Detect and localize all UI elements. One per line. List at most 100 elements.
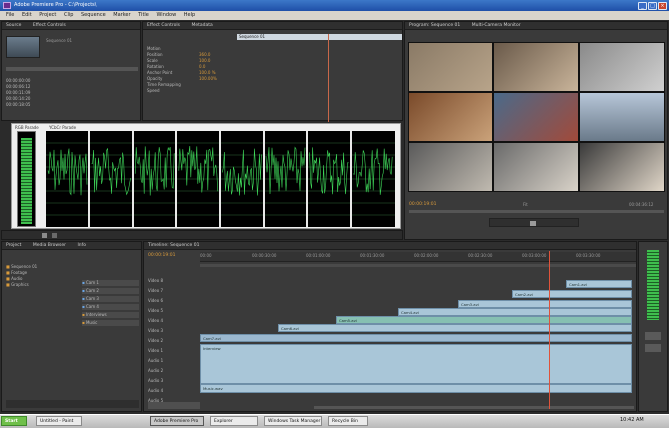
- tab-effect-controls[interactable]: Effect Controls: [33, 23, 66, 28]
- menu-file[interactable]: File: [6, 12, 14, 18]
- taskbar-item[interactable]: Untitled - Paint: [36, 416, 82, 426]
- camera-view-1[interactable]: [408, 42, 493, 92]
- menu-window[interactable]: Window: [156, 12, 176, 18]
- audio-meter: [647, 250, 659, 320]
- project-item[interactable]: ▪ Cam 4: [82, 304, 139, 310]
- timeline-clip[interactable]: Cam1.avi: [566, 280, 632, 288]
- effect-playhead[interactable]: [328, 34, 329, 122]
- work-area-bar[interactable]: [200, 264, 636, 267]
- track-header[interactable]: Video 6: [148, 296, 200, 306]
- project-item[interactable]: ▪ Music: [82, 320, 139, 326]
- scope-trace: [309, 147, 349, 195]
- program-transport: [489, 218, 579, 227]
- effect-value[interactable]: 100.00%: [199, 76, 217, 82]
- time-ruler[interactable]: 00:00 00:00:30:00 00:01:00:00 00:01:30:0…: [200, 252, 636, 262]
- timeline-playhead[interactable]: [549, 251, 550, 409]
- timeline-clip[interactable]: Cam6.avi: [278, 324, 632, 332]
- timeline-clip[interactable]: Music.wav: [200, 384, 632, 393]
- program-scrubber[interactable]: [409, 210, 664, 213]
- taskbar-item[interactable]: Recycle Bin: [328, 416, 368, 426]
- timeline-timecode[interactable]: 00:00:19:01: [148, 253, 175, 258]
- track-header[interactable]: Video 7: [148, 286, 200, 296]
- selection-tool-icon[interactable]: [645, 332, 661, 340]
- step-icon[interactable]: [52, 233, 57, 238]
- clock: 10:42 AM: [620, 417, 644, 423]
- camera-view-7[interactable]: [408, 142, 493, 192]
- track-header[interactable]: Video 5: [148, 306, 200, 316]
- tab-info[interactable]: Info: [77, 243, 86, 248]
- timeline-clip[interactable]: Cam3.avi: [458, 300, 632, 308]
- menu-clip[interactable]: Clip: [64, 12, 73, 18]
- project-item[interactable]: ▪ Cam 1: [82, 280, 139, 286]
- menu-help[interactable]: Help: [184, 12, 195, 18]
- tab-program[interactable]: Program: Sequence 01: [409, 23, 460, 28]
- track-header[interactable]: Audio 1: [148, 356, 200, 366]
- camera-view-9[interactable]: [579, 142, 665, 192]
- program-fit[interactable]: Fit: [523, 202, 528, 207]
- tab-effect-controls[interactable]: Effect Controls: [147, 23, 180, 28]
- ruler-label: 00:01:30:00: [360, 253, 385, 258]
- effect-item[interactable]: Speed: [147, 88, 235, 94]
- tab-media-browser[interactable]: Media Browser: [33, 243, 66, 248]
- program-duration: 00:04:36:12: [629, 202, 654, 207]
- close-button[interactable]: ×: [658, 2, 667, 10]
- timeline-clip[interactable]: Interview: [200, 344, 632, 384]
- tab-source[interactable]: Source: [6, 23, 21, 28]
- play-icon[interactable]: [530, 221, 536, 226]
- tab-metadata[interactable]: Metadata: [191, 23, 212, 28]
- menu-marker[interactable]: Marker: [113, 12, 130, 18]
- taskbar-item[interactable]: Adobe Premiere Pro: [150, 416, 204, 426]
- ruler-label: 00:00:30:00: [252, 253, 277, 258]
- waveform-scope: [46, 131, 395, 227]
- camera-view-3[interactable]: [579, 42, 665, 92]
- taskbar-item[interactable]: Windows Task Manager: [264, 416, 322, 426]
- start-button[interactable]: Start: [1, 416, 27, 426]
- track-header[interactable]: Audio 2: [148, 366, 200, 376]
- timeline-clip[interactable]: Cam4.avi: [398, 308, 632, 316]
- scope-left-label: RGB Parade: [15, 125, 39, 130]
- camera-view-4[interactable]: [408, 92, 493, 142]
- track-header[interactable]: Video 2: [148, 336, 200, 346]
- track-header[interactable]: Audio 4: [148, 386, 200, 396]
- timeline-clip[interactable]: Cam7.avi: [200, 334, 632, 342]
- tools-panel: [638, 241, 668, 412]
- track-header[interactable]: Audio 3: [148, 376, 200, 386]
- tab-timeline[interactable]: Timeline: Sequence 01: [148, 243, 199, 248]
- track-header[interactable]: Video 8: [148, 276, 200, 286]
- razor-tool-icon[interactable]: [645, 344, 661, 352]
- meter-bar: [21, 138, 32, 224]
- timeline-scrollbar[interactable]: [314, 406, 634, 409]
- camera-view-8[interactable]: [493, 142, 579, 192]
- play-icon[interactable]: [42, 233, 47, 238]
- clip-thumbnail[interactable]: [6, 36, 40, 58]
- maximize-button[interactable]: □: [648, 2, 657, 10]
- camera-view-5[interactable]: [493, 92, 579, 142]
- taskbar-item[interactable]: Explorer: [210, 416, 258, 426]
- ruler-label: 00:03:30:00: [576, 253, 601, 258]
- camera-view-2[interactable]: [493, 42, 579, 92]
- tab-project[interactable]: Project: [6, 243, 21, 248]
- effect-sequence-bar[interactable]: Sequence 01: [237, 34, 402, 40]
- timeline-clip[interactable]: Cam2.avi: [512, 290, 632, 298]
- camera-view-6[interactable]: [579, 92, 665, 142]
- menu-sequence[interactable]: Sequence: [81, 12, 106, 18]
- menu-project[interactable]: Project: [39, 12, 56, 18]
- timeline-zoom[interactable]: [148, 402, 200, 409]
- track-header[interactable]: Video 3: [148, 326, 200, 336]
- title-bar: Adobe Premiere Pro - C:\Projects\ _ □ ×: [0, 0, 669, 11]
- program-timecode[interactable]: 00:00:19:01: [409, 202, 436, 207]
- project-item[interactable]: ▪ Cam 3: [82, 296, 139, 302]
- menu-edit[interactable]: Edit: [22, 12, 32, 18]
- bin-item[interactable]: ■ Graphics: [6, 282, 76, 288]
- minimize-button[interactable]: _: [638, 2, 647, 10]
- project-item[interactable]: ▪ Interviews: [82, 312, 139, 318]
- track-header[interactable]: Video 4: [148, 316, 200, 326]
- track-headers: Video 8 Video 7 Video 6 Video 5 Video 4 …: [148, 276, 200, 406]
- track-header[interactable]: Video 1: [148, 346, 200, 356]
- tab-multicam[interactable]: Multi-Camera Monitor: [472, 23, 521, 28]
- source-scrubber[interactable]: [6, 67, 138, 71]
- menu-title[interactable]: Title: [138, 12, 149, 18]
- source-row: 00:00:18:05: [6, 102, 31, 107]
- timeline-clip[interactable]: Cam5.avi: [336, 316, 632, 324]
- project-item[interactable]: ▪ Cam 2: [82, 288, 139, 294]
